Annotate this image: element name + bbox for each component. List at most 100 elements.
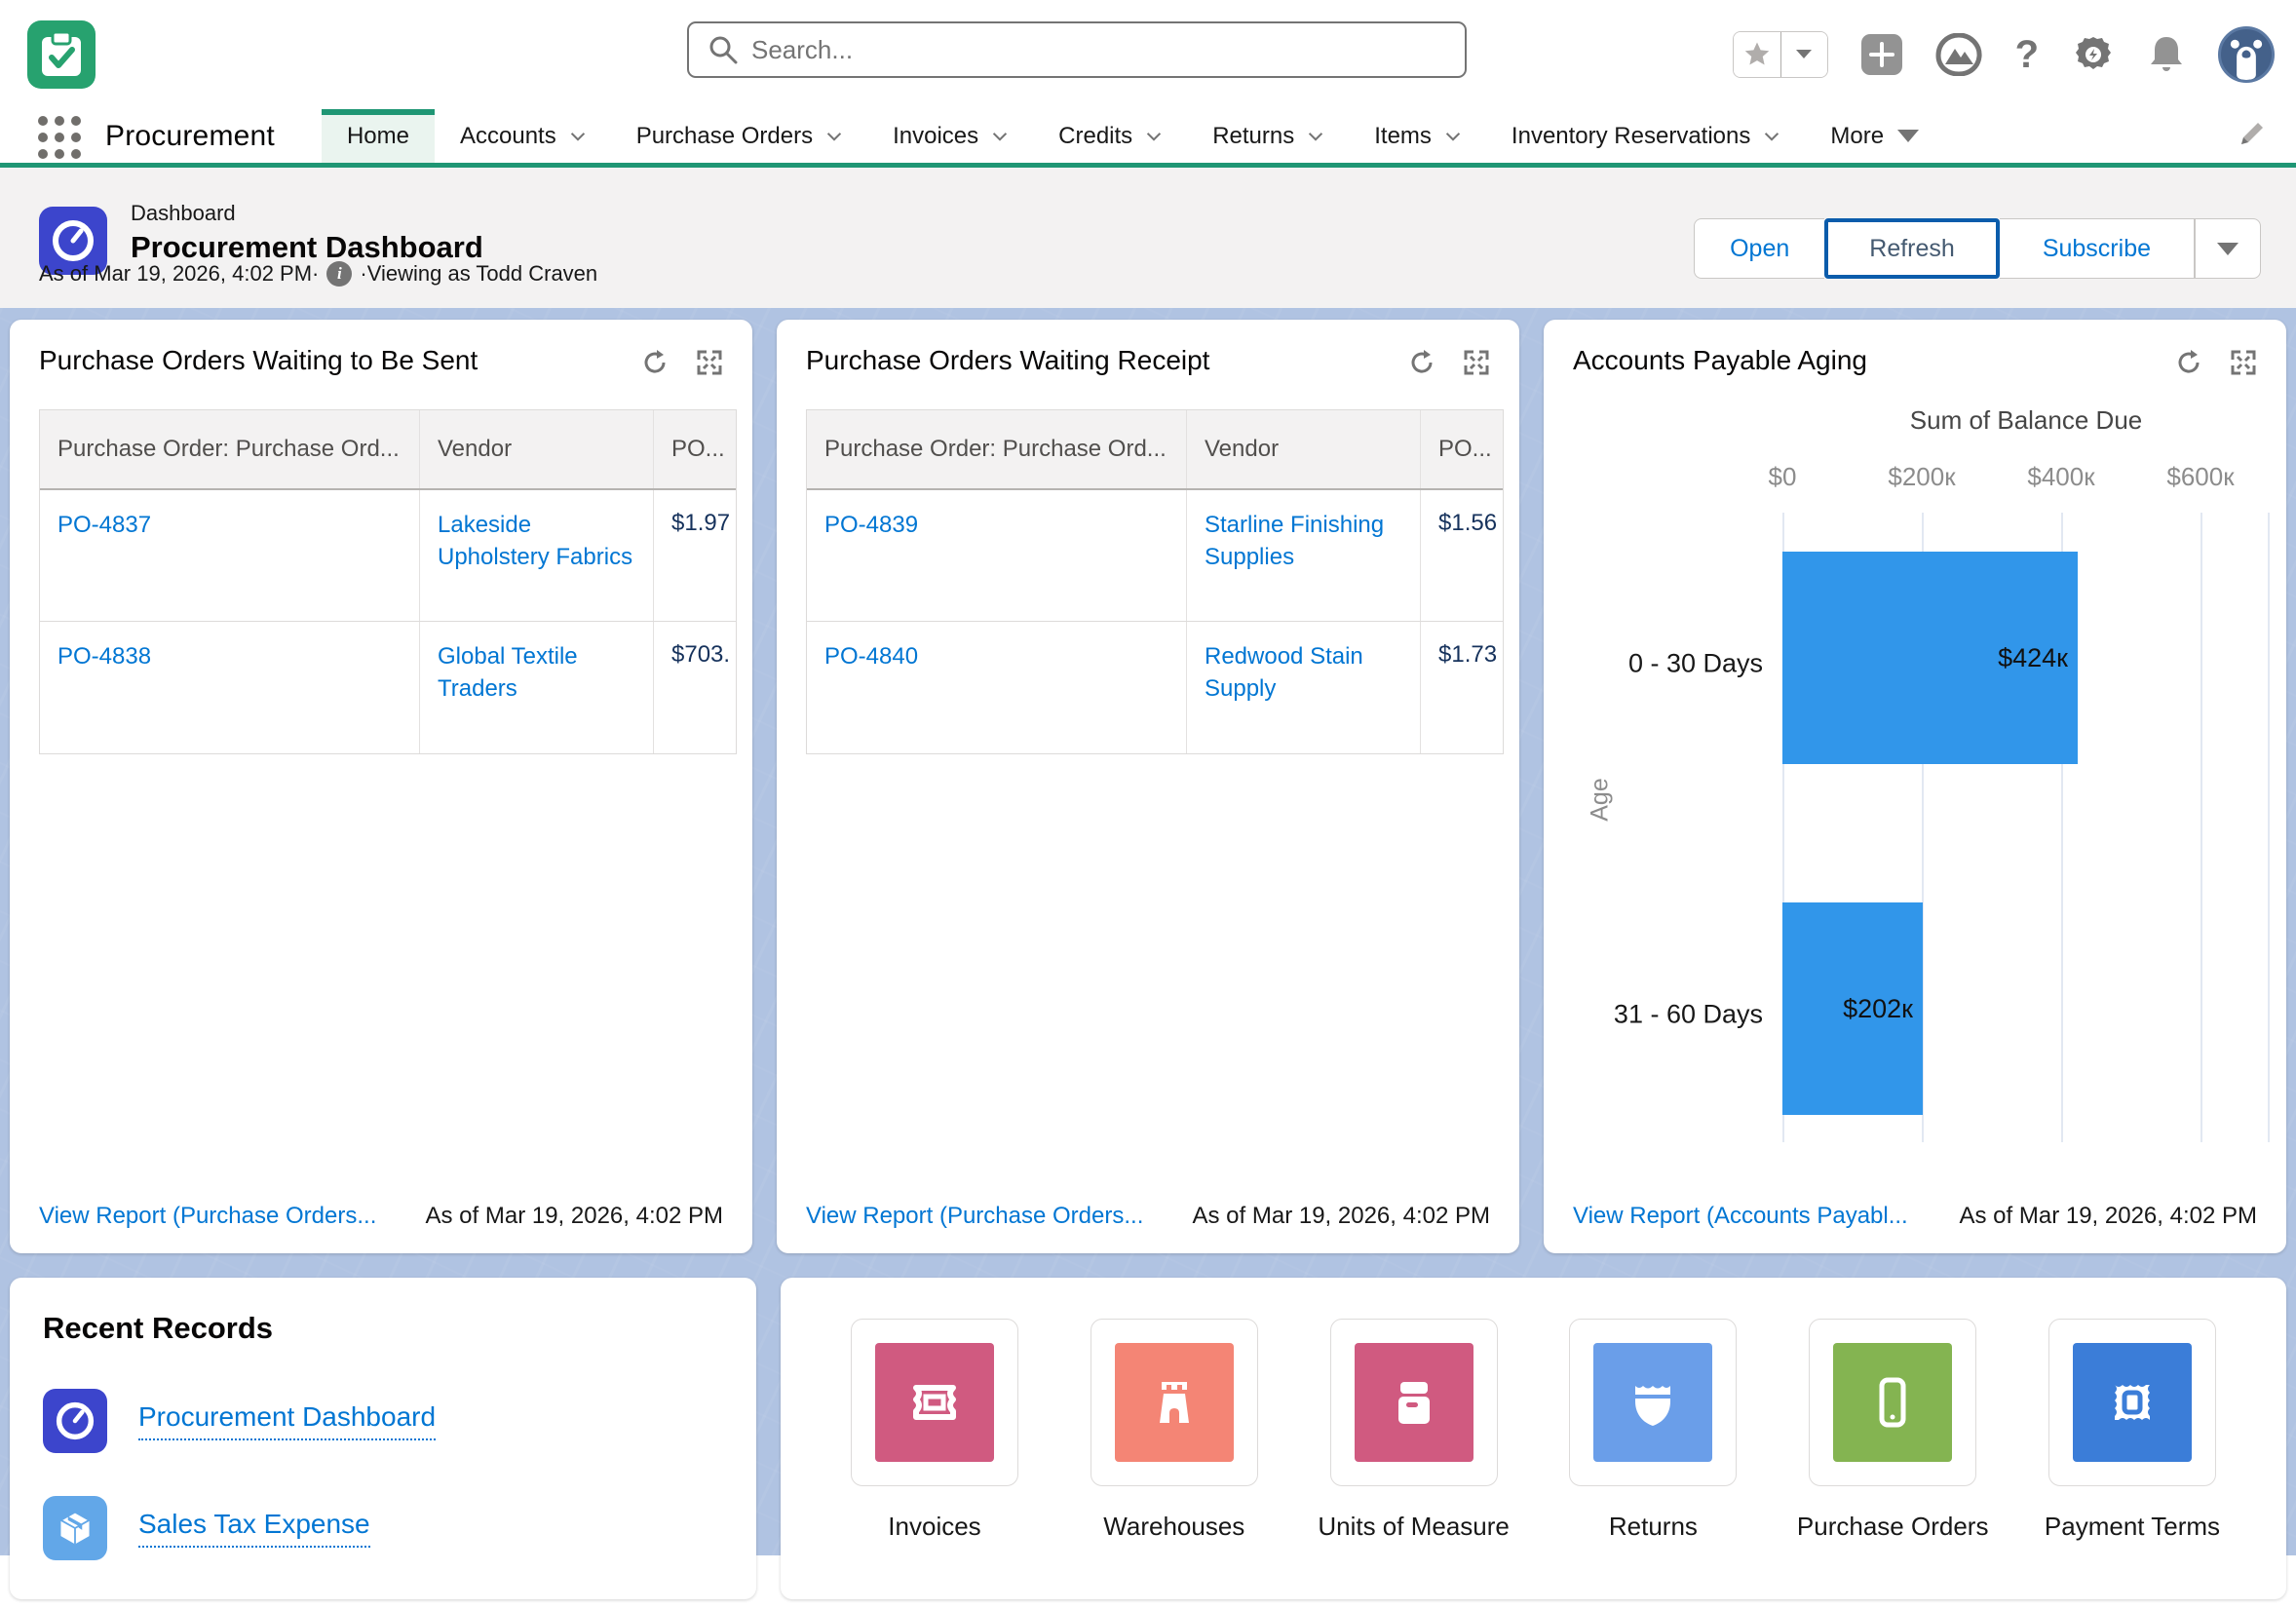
widget-title: Purchase Orders Waiting to Be Sent: [39, 345, 478, 376]
tab-items[interactable]: Items: [1349, 109, 1486, 163]
recent-record-link[interactable]: Sales Tax Expense: [138, 1509, 370, 1548]
trailhead-button[interactable]: [1935, 33, 1982, 76]
vendor-link[interactable]: Starline Finishing Supplies: [1205, 510, 1402, 573]
caret-down-icon: [2217, 243, 2239, 255]
global-search[interactable]: [687, 21, 1467, 78]
favorite-star-button[interactable]: [1734, 32, 1780, 77]
record-type-label: Dashboard: [131, 201, 483, 226]
list-item: Sales Tax Expense: [43, 1496, 723, 1560]
chevron-down-icon: [826, 129, 842, 144]
table-row: PO-4839 Starline Finishing Supplies $1.5…: [807, 490, 1503, 622]
search-input[interactable]: [751, 35, 1414, 65]
tile-invoices[interactable]: Invoices: [827, 1319, 1042, 1599]
tab-inventory-reservations[interactable]: Inventory Reservations: [1486, 109, 1805, 163]
category-label: 31 - 60 Days: [1614, 1000, 1763, 1030]
widget-title: Purchase Orders Waiting Receipt: [806, 345, 1209, 376]
app-logo-icon[interactable]: [27, 20, 96, 89]
invoices-icon: [875, 1343, 994, 1462]
global-header: ?: [0, 0, 2296, 109]
avatar-koala-icon: [2221, 26, 2272, 83]
info-icon[interactable]: i: [326, 261, 352, 287]
returns-icon: [1593, 1343, 1712, 1462]
favorites-menu-button[interactable]: [1780, 32, 1827, 77]
bell-icon: [2148, 34, 2185, 75]
quick-create-button[interactable]: [1861, 34, 1902, 75]
chevron-down-icon: [570, 129, 586, 144]
setup-button[interactable]: [2072, 33, 2115, 76]
chevron-down-icon: [1308, 129, 1323, 144]
widget-title: Accounts Payable Aging: [1573, 345, 1867, 376]
refresh-button[interactable]: Refresh: [1824, 218, 2000, 279]
trailhead-mountain-icon: [1935, 33, 1982, 76]
view-report-link[interactable]: View Report (Purchase Orders...: [806, 1203, 1143, 1230]
notifications-button[interactable]: [2148, 34, 2185, 75]
tile-returns[interactable]: Returns: [1546, 1319, 1760, 1599]
chevron-down-icon: [1146, 129, 1162, 144]
category-label: 0 - 30 Days: [1628, 649, 1763, 679]
tile-warehouses[interactable]: Warehouses: [1067, 1319, 1282, 1599]
tab-credits[interactable]: Credits: [1033, 109, 1187, 163]
tab-more[interactable]: More: [1805, 109, 1944, 163]
expand-icon[interactable]: [2230, 349, 2257, 376]
table-row: PO-4840 Redwood Stain Supply $1.73: [807, 622, 1503, 753]
table-row: PO-4838 Global Textile Traders $703.: [40, 622, 736, 753]
po-link[interactable]: PO-4840: [824, 641, 918, 672]
expand-icon[interactable]: [696, 349, 723, 376]
gauge-icon: [52, 219, 95, 262]
refresh-icon[interactable]: [1408, 349, 1435, 376]
po-link[interactable]: PO-4838: [57, 641, 151, 672]
column-header: Vendor: [420, 410, 654, 488]
refresh-icon[interactable]: [2175, 349, 2202, 376]
x-tick: $0: [1769, 462, 1797, 492]
viewing-as-label: ·Viewing as Todd Craven: [360, 261, 597, 287]
payment-terms-icon: [2073, 1343, 2192, 1462]
more-actions-button[interactable]: [2195, 218, 2261, 279]
widget-as-of: As of Mar 19, 2026, 4:02 PM: [426, 1203, 724, 1230]
page-title: Procurement Dashboard: [131, 230, 483, 265]
po-amount: $703.: [654, 622, 736, 753]
as-of-timestamp: As of Mar 19, 2026, 4:02 PM·: [39, 261, 319, 287]
edit-navigation-button[interactable]: [2238, 119, 2267, 153]
pencil-icon: [2238, 119, 2267, 148]
po-amount: $1.97: [654, 490, 736, 621]
vendor-link[interactable]: Global Textile Traders: [438, 641, 635, 705]
tab-purchase-orders[interactable]: Purchase Orders: [611, 109, 867, 163]
warehouses-icon: [1115, 1343, 1234, 1462]
bar-0-30-days[interactable]: $424к: [1782, 552, 2078, 764]
open-button[interactable]: Open: [1694, 218, 1824, 279]
view-report-link[interactable]: View Report (Purchase Orders...: [39, 1203, 376, 1230]
recent-record-link[interactable]: Procurement Dashboard: [138, 1401, 436, 1440]
widget-as-of: As of Mar 19, 2026, 4:02 PM: [1960, 1203, 2258, 1230]
tab-accounts[interactable]: Accounts: [435, 109, 611, 163]
x-tick: $600к: [2166, 462, 2234, 492]
vendor-link[interactable]: Redwood Stain Supply: [1205, 641, 1402, 705]
po-link[interactable]: PO-4837: [57, 510, 151, 541]
po-link[interactable]: PO-4839: [824, 510, 918, 541]
recent-records-title: Recent Records: [43, 1311, 723, 1346]
app-launcher-button[interactable]: [35, 113, 84, 162]
tile-purchase-orders[interactable]: Purchase Orders: [1785, 1319, 2000, 1599]
view-report-link[interactable]: View Report (Accounts Payabl...: [1573, 1203, 1908, 1230]
expand-icon[interactable]: [1463, 349, 1490, 376]
gauge-icon: [56, 1401, 95, 1440]
bar-31-60-days[interactable]: $202к: [1782, 902, 1923, 1115]
chevron-down-icon: [1764, 129, 1779, 144]
purchase-orders-icon: [1833, 1343, 1952, 1462]
column-header: Purchase Order: Purchase Ord...: [807, 410, 1187, 488]
help-button[interactable]: ?: [2015, 33, 2039, 77]
tab-returns[interactable]: Returns: [1187, 109, 1349, 163]
tab-home[interactable]: Home: [322, 109, 435, 163]
dashboard-page-header: Dashboard Procurement Dashboard As of Ma…: [0, 168, 2296, 308]
tile-payment-terms[interactable]: Payment Terms: [2025, 1319, 2239, 1599]
column-header: PO...: [654, 410, 736, 488]
subscribe-button[interactable]: Subscribe: [2000, 218, 2195, 279]
tab-invoices[interactable]: Invoices: [867, 109, 1033, 163]
y-axis-label: Age: [1587, 778, 1615, 821]
refresh-icon[interactable]: [641, 349, 669, 376]
tile-units-of-measure[interactable]: Units of Measure: [1307, 1319, 1521, 1599]
gear-icon: [2072, 33, 2115, 76]
list-item: Procurement Dashboard: [43, 1389, 723, 1453]
star-icon: [1742, 40, 1772, 69]
user-avatar[interactable]: [2218, 26, 2275, 83]
vendor-link[interactable]: Lakeside Upholstery Fabrics: [438, 510, 635, 573]
